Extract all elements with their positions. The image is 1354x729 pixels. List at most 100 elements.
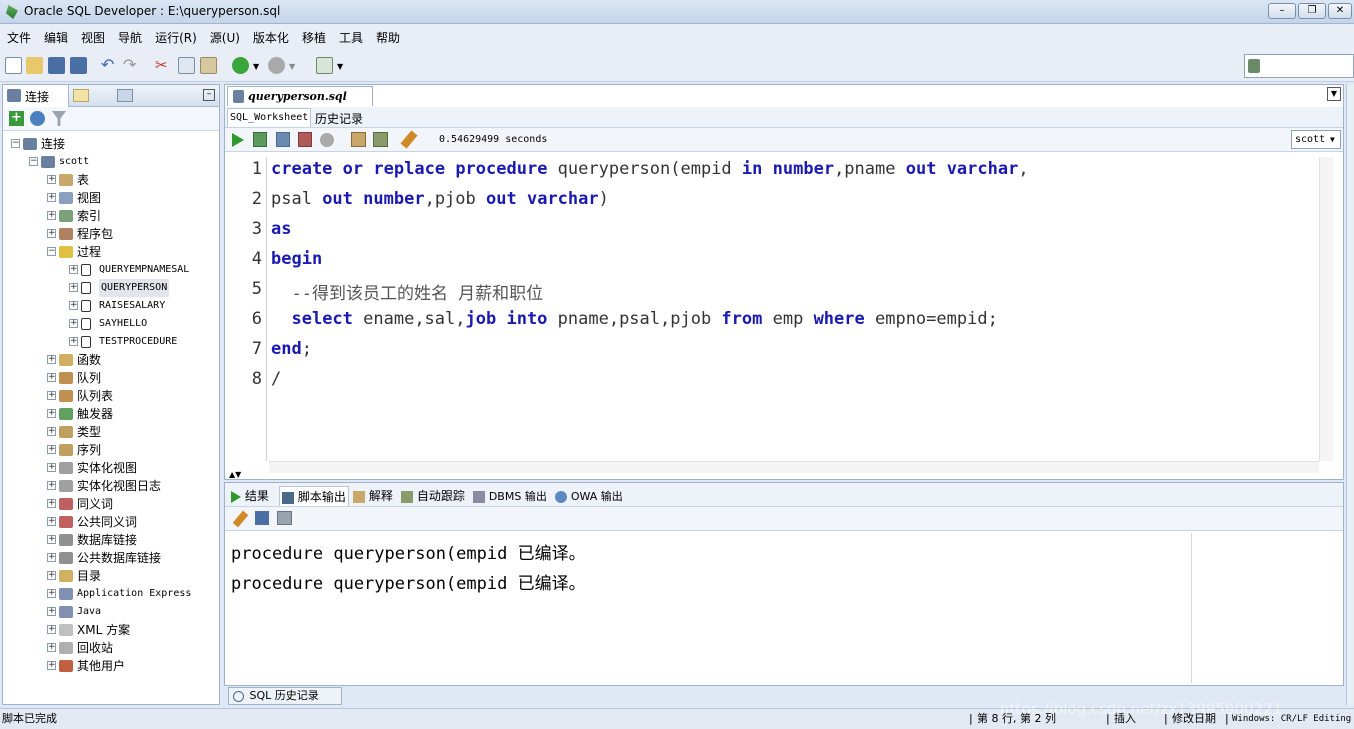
expand-toggle-icon[interactable]: + [47,409,56,418]
expand-toggle-icon[interactable]: − [47,247,56,256]
tree-item[interactable]: + 数据库链接 [3,531,217,549]
tree-item[interactable]: + 队列表 [3,387,217,405]
save-all-icon[interactable] [70,57,87,74]
expand-toggle-icon[interactable]: + [47,553,56,562]
expand-toggle-icon[interactable]: + [47,535,56,544]
refresh-icon[interactable] [30,111,45,126]
back-dropdown-icon[interactable]: ▼ [253,62,259,71]
open-folder-icon[interactable] [26,57,43,74]
connection-select[interactable]: scott ▼ [1291,130,1341,149]
close-button[interactable]: ✕ [1328,3,1352,19]
expand-toggle-icon[interactable]: + [47,661,56,670]
expand-toggle-icon[interactable]: + [47,625,56,634]
menu-file[interactable]: 文件 [0,24,37,46]
undo-icon[interactable]: ↶ [101,57,118,74]
expand-toggle-icon[interactable]: + [69,283,78,292]
right-side-dock[interactable] [1346,84,1354,705]
tree-item[interactable]: − 连接 [3,135,217,153]
tab-reports[interactable] [117,89,133,102]
expand-toggle-icon[interactable]: + [47,229,56,238]
menu-source[interactable]: 源(U) [203,24,246,46]
menu-tools[interactable]: 工具 [332,24,369,46]
menu-run[interactable]: 运行(R) [148,24,203,46]
horizontal-scrollbar[interactable] [269,461,1319,473]
tree-item[interactable]: + 函数 [3,351,217,369]
menu-migration[interactable]: 移植 [295,24,332,46]
tree-item[interactable]: + 表 [3,171,217,189]
tree-item[interactable]: − 过程 [3,243,217,261]
tab-connections[interactable]: 连接 [3,85,69,107]
tree-item[interactable]: − scott [3,153,217,171]
tab-history[interactable]: 历史记录 [315,110,363,127]
expand-toggle-icon[interactable]: + [47,445,56,454]
expand-toggle-icon[interactable]: + [47,607,56,616]
vertical-scrollbar[interactable] [1319,157,1333,461]
tree-item[interactable]: + 队列 [3,369,217,387]
editor-menu-dropdown-icon[interactable]: ▼ [1327,87,1341,101]
expand-toggle-icon[interactable]: + [69,319,78,328]
tab-owa-output[interactable]: OWA 输出 [555,486,623,506]
run-script-icon[interactable] [253,132,267,147]
search-box[interactable] [1244,54,1354,78]
tree-item[interactable]: + 序列 [3,441,217,459]
tab-sql-worksheet[interactable]: SQL_Worksheet [227,108,312,127]
autotrace-icon[interactable] [373,132,388,147]
expand-toggle-icon[interactable]: + [47,373,56,382]
tab-autotrace[interactable]: 自动跟踪 [401,486,465,506]
expand-toggle-icon[interactable]: + [47,643,56,652]
explain-plan-icon[interactable] [351,132,366,147]
tree-item[interactable]: + 触发器 [3,405,217,423]
expand-toggle-icon[interactable]: + [69,301,78,310]
tab-dbms-output[interactable]: DBMS 输出 [473,486,547,506]
db-migrate-icon[interactable] [316,57,333,74]
tree-item[interactable]: + QUERYPERSON [3,279,217,297]
expand-toggle-icon[interactable]: + [69,337,78,346]
db-migrate-dropdown-icon[interactable]: ▼ [337,62,343,71]
expand-toggle-icon[interactable]: + [47,193,56,202]
code-editor[interactable]: create or replace procedure queryperson(… [269,157,1317,461]
rollback-icon[interactable] [298,132,312,147]
tree-item[interactable]: + 公共同义词 [3,513,217,531]
tree-item[interactable]: + 实体化视图日志 [3,477,217,495]
tree-item[interactable]: + TESTPROCEDURE [3,333,217,351]
tree-item[interactable]: + 同义词 [3,495,217,513]
copy-icon[interactable] [178,57,195,74]
save-icon[interactable] [48,57,65,74]
tab-script-output[interactable]: 脚本输出 [279,486,349,506]
expand-toggle-icon[interactable]: + [47,355,56,364]
tab-results[interactable]: 结果 [231,486,269,506]
expand-toggle-icon[interactable]: + [47,463,56,472]
splitter-arrows-icon[interactable]: ▲▼ [229,471,241,479]
tree-item[interactable]: + RAISESALARY [3,297,217,315]
cut-icon[interactable]: ✂ [155,57,172,74]
save-output-icon[interactable] [255,511,269,525]
expand-toggle-icon[interactable]: + [47,391,56,400]
tree-item[interactable]: + 实体化视图 [3,459,217,477]
menu-navigate[interactable]: 导航 [111,24,148,46]
clear-output-icon[interactable] [232,510,249,528]
tree-item[interactable]: + 回收站 [3,639,217,657]
expand-toggle-icon[interactable]: + [47,427,56,436]
tree-item[interactable]: + 程序包 [3,225,217,243]
expand-toggle-icon[interactable]: + [47,499,56,508]
tree-item[interactable]: + 类型 [3,423,217,441]
tree-item[interactable]: + 公共数据库链接 [3,549,217,567]
tab-files[interactable] [73,89,89,102]
expand-toggle-icon[interactable]: + [69,265,78,274]
expand-toggle-icon[interactable]: + [47,589,56,598]
menu-view[interactable]: 视图 [74,24,111,46]
tab-explain[interactable]: 解释 [353,486,393,506]
redo-icon[interactable]: ↷ [123,57,140,74]
tree-item[interactable]: + XML 方案 [3,621,217,639]
script-output-area[interactable]: procedure queryperson(empid 已编译。 procedu… [225,533,1191,683]
tree-item[interactable]: + 目录 [3,567,217,585]
minimize-button[interactable]: – [1268,3,1296,19]
tree-item[interactable]: + 索引 [3,207,217,225]
menu-help[interactable]: 帮助 [369,24,406,46]
commit-icon[interactable] [276,132,290,147]
add-connection-icon[interactable]: + [9,111,24,126]
paste-icon[interactable] [200,57,217,74]
back-icon[interactable] [232,57,249,74]
print-output-icon[interactable] [277,511,292,525]
menu-versioning[interactable]: 版本化 [246,24,295,46]
